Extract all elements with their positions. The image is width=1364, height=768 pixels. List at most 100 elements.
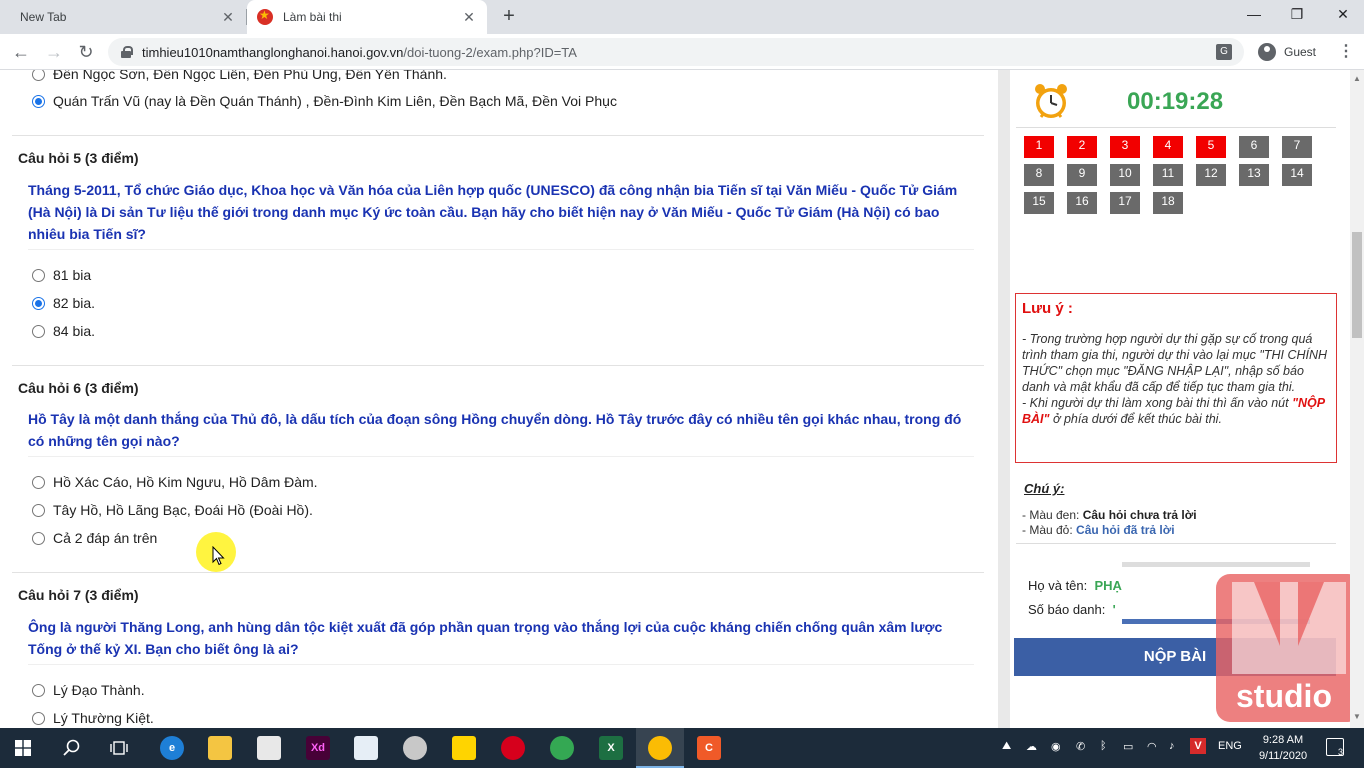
candidate-id: Số báo danh: ' <box>1028 602 1116 617</box>
translate-icon[interactable]: G <box>1216 44 1232 60</box>
option-q7-2[interactable]: Lý Thường Kiệt. <box>32 709 154 727</box>
address-bar[interactable]: timhieu1010namthanglonghanoi.hanoi.gov.v… <box>108 38 1244 66</box>
minimize-button[interactable]: — <box>1242 4 1266 24</box>
option-label: Lý Thường Kiệt. <box>53 710 154 726</box>
search-icon[interactable] <box>63 739 81 757</box>
wifi-icon[interactable]: ◠ <box>1147 740 1157 753</box>
question-nav-13[interactable]: 13 <box>1239 164 1269 186</box>
tab-new-tab[interactable]: New Tab ✕ <box>0 0 246 34</box>
radio-button[interactable] <box>32 70 45 81</box>
radio-button[interactable] <box>32 683 45 697</box>
excel-icon[interactable]: X <box>599 736 623 760</box>
sticky-notes-icon[interactable] <box>452 736 476 760</box>
question-nav-14[interactable]: 14 <box>1282 164 1312 186</box>
bluetooth-icon[interactable]: ᛒ <box>1100 740 1107 752</box>
mail-icon[interactable] <box>257 736 281 760</box>
close-icon[interactable]: ✕ <box>461 9 477 25</box>
restore-button[interactable]: ❐ <box>1285 4 1309 24</box>
volume-icon[interactable]: ♪ <box>1169 740 1175 752</box>
question-nav-11[interactable]: 11 <box>1153 164 1183 186</box>
scroll-up-icon[interactable]: ▲ <box>1352 74 1362 84</box>
record-icon[interactable]: ◉ <box>1051 740 1061 753</box>
chrome-icon[interactable] <box>550 736 574 760</box>
radio-button[interactable] <box>32 531 45 545</box>
profile-button[interactable]: Guest <box>1250 39 1324 65</box>
unikey-icon[interactable]: V <box>1190 738 1206 754</box>
question-nav-1[interactable]: 1 <box>1024 136 1054 158</box>
scrollbar[interactable] <box>1350 70 1364 728</box>
question-nav-3[interactable]: 3 <box>1110 136 1140 158</box>
recorder-icon[interactable]: C <box>697 736 721 760</box>
cloud-icon[interactable]: ☁ <box>1026 740 1037 753</box>
option-q6-2[interactable]: Tây Hồ, Hồ Lãng Bạc, Đoái Hồ (Đoài Hồ). <box>32 501 313 519</box>
paint-icon[interactable] <box>403 736 427 760</box>
chrome-active-icon[interactable] <box>648 736 672 760</box>
reload-button[interactable]: ↻ <box>75 41 97 63</box>
scroll-down-icon[interactable]: ▼ <box>1352 712 1362 722</box>
network-share-icon[interactable]: ⛰ <box>1002 740 1011 753</box>
option-q4-2[interactable]: Quán Trấn Vũ (nay là Đền Quán Thánh) , Đ… <box>32 92 617 110</box>
viber-icon[interactable]: ✆ <box>1076 740 1085 753</box>
file-explorer-icon[interactable] <box>208 736 232 760</box>
language-indicator[interactable]: ENG <box>1218 740 1242 752</box>
question-nav-15[interactable]: 15 <box>1024 192 1054 214</box>
radio-button[interactable] <box>32 503 45 517</box>
forward-button[interactable]: → <box>43 41 65 63</box>
page-viewport: Đền Ngọc Sơn, Đền Ngọc Liên, Đền Phù Ủng… <box>0 70 1364 728</box>
question-nav-5[interactable]: 5 <box>1196 136 1226 158</box>
edge-icon[interactable]: e <box>160 736 184 760</box>
opera-icon[interactable] <box>501 736 525 760</box>
tab-exam[interactable]: Làm bài thi ✕ <box>247 0 487 34</box>
question-nav-6[interactable]: 6 <box>1239 136 1269 158</box>
id-value: ' <box>1112 602 1116 617</box>
question-nav-4[interactable]: 4 <box>1153 136 1183 158</box>
option-q6-1[interactable]: Hồ Xác Cáo, Hồ Kim Ngưu, Hồ Dâm Đàm. <box>32 473 318 491</box>
option-q6-3[interactable]: Cả 2 đáp án trên <box>32 529 157 547</box>
question-5-text: Tháng 5-2011, Tổ chức Giáo dục, Khoa học… <box>28 182 958 242</box>
snipping-tool-icon[interactable] <box>354 736 378 760</box>
notification-icon[interactable]: 3 <box>1326 738 1344 757</box>
divider <box>12 572 984 573</box>
question-nav-7[interactable]: 7 <box>1282 136 1312 158</box>
task-view-icon[interactable] <box>110 739 128 757</box>
option-label: Cả 2 đáp án trên <box>53 530 158 546</box>
option-label: 81 bia <box>53 267 92 283</box>
option-q5-2[interactable]: 82 bia. <box>32 294 95 312</box>
divider <box>12 365 984 366</box>
radio-button[interactable] <box>32 268 45 282</box>
close-icon[interactable]: ✕ <box>220 9 236 25</box>
option-label: Lý Đạo Thành. <box>53 682 145 698</box>
window-close-button[interactable]: ✕ <box>1331 4 1355 24</box>
browser-menu-icon[interactable]: ⋮ <box>1336 42 1356 62</box>
adobe-xd-icon[interactable]: Xd <box>306 736 330 760</box>
question-nav-9[interactable]: 9 <box>1067 164 1097 186</box>
question-nav-8[interactable]: 8 <box>1024 164 1054 186</box>
id-label: Số báo danh: <box>1028 602 1106 617</box>
question-nav-17[interactable]: 17 <box>1110 192 1140 214</box>
question-nav-2[interactable]: 2 <box>1067 136 1097 158</box>
option-q4-1[interactable]: Đền Ngọc Sơn, Đền Ngọc Liên, Đền Phù Ủng… <box>32 70 447 83</box>
question-nav-16[interactable]: 16 <box>1067 192 1097 214</box>
notice-line-1: - Trong trường hợp người dự thi gặp sự c… <box>1022 332 1328 394</box>
option-q5-3[interactable]: 84 bia. <box>32 322 95 340</box>
question-nav-10[interactable]: 10 <box>1110 164 1140 186</box>
windows-start-icon[interactable] <box>15 740 31 756</box>
system-clock[interactable]: 9:28 AM 9/11/2020 <box>1254 732 1312 764</box>
radio-button[interactable] <box>32 711 45 725</box>
countdown-timer: 00:19:28 <box>1127 88 1224 115</box>
question-nav-12[interactable]: 12 <box>1196 164 1226 186</box>
radio-button[interactable] <box>32 324 45 338</box>
option-q7-1[interactable]: Lý Đạo Thành. <box>32 681 145 699</box>
lock-icon[interactable] <box>120 46 133 58</box>
battery-icon[interactable]: ▭ <box>1123 740 1133 753</box>
new-tab-button[interactable]: + <box>499 6 519 26</box>
scrollbar-thumb[interactable] <box>1352 232 1362 338</box>
option-label: 82 bia. <box>53 295 96 311</box>
notice-text: - Trong trường hợp người dự thi gặp sự c… <box>1022 331 1330 427</box>
back-button[interactable]: ← <box>10 41 32 63</box>
radio-button[interactable] <box>32 94 45 108</box>
question-nav-18[interactable]: 18 <box>1153 192 1183 214</box>
radio-button[interactable] <box>32 475 45 489</box>
radio-button[interactable] <box>32 296 45 310</box>
option-q5-1[interactable]: 81 bia <box>32 266 91 284</box>
